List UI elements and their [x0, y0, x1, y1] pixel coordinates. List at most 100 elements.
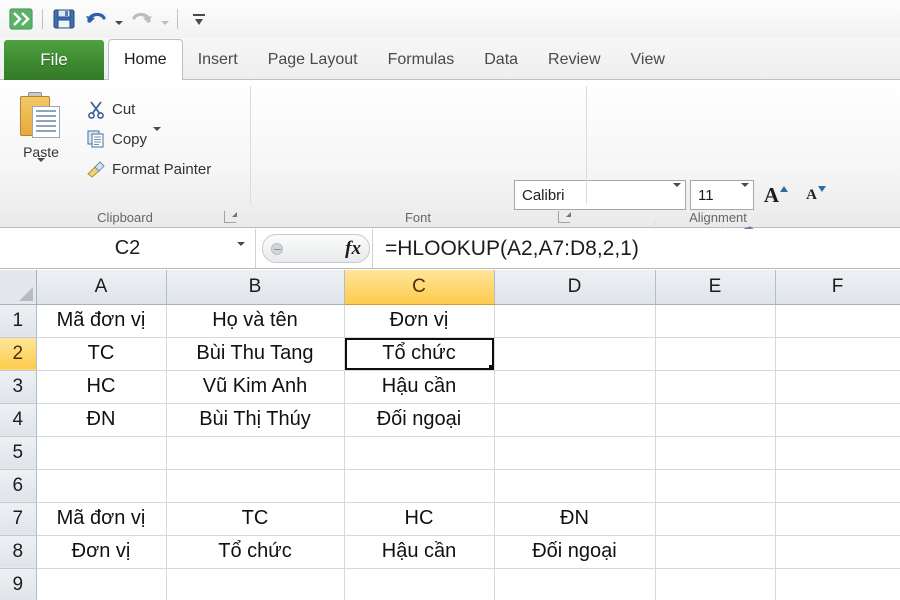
- cell-d4[interactable]: [494, 403, 656, 437]
- cell-c3[interactable]: Hậu cần: [344, 370, 495, 404]
- paste-button[interactable]: Paste: [6, 88, 76, 198]
- cancel-formula-icon: [271, 242, 283, 255]
- cell-b3[interactable]: Vũ Kim Anh: [166, 370, 345, 404]
- cell-c5[interactable]: [344, 436, 495, 470]
- row-header-4[interactable]: 4: [0, 403, 37, 437]
- cell-a8[interactable]: Đơn vị: [36, 535, 167, 569]
- name-box[interactable]: C2: [0, 229, 256, 268]
- cell-f3[interactable]: [775, 370, 900, 404]
- font-dialog-launcher[interactable]: [558, 211, 571, 223]
- cell-d2[interactable]: [494, 337, 656, 371]
- cell-d7[interactable]: ĐN: [494, 502, 656, 536]
- cell-d1[interactable]: [494, 304, 656, 338]
- paste-dropdown-icon[interactable]: [37, 158, 45, 180]
- cell-e6[interactable]: [655, 469, 776, 503]
- cell-e1[interactable]: [655, 304, 776, 338]
- undo-icon[interactable]: [81, 4, 111, 34]
- row-header-2[interactable]: 2: [0, 337, 37, 371]
- column-header-e[interactable]: E: [655, 270, 776, 305]
- fill-handle[interactable]: [488, 364, 493, 369]
- cell-a9[interactable]: [36, 568, 167, 600]
- cell-d9[interactable]: [494, 568, 656, 600]
- formula-input[interactable]: =HLOOKUP(A2,A7:D8,2,1): [372, 229, 900, 268]
- save-icon[interactable]: [49, 4, 79, 34]
- column-header-f[interactable]: F: [775, 270, 900, 305]
- tab-review[interactable]: Review: [533, 40, 615, 80]
- excel-window: File Home Insert Page Layout Formulas Da…: [0, 0, 900, 600]
- cell-d5[interactable]: [494, 436, 656, 470]
- cell-f6[interactable]: [775, 469, 900, 503]
- cell-e9[interactable]: [655, 568, 776, 600]
- cell-c7[interactable]: HC: [344, 502, 495, 536]
- tab-home[interactable]: Home: [108, 39, 183, 80]
- tab-formulas[interactable]: Formulas: [373, 40, 470, 80]
- cell-a6[interactable]: [36, 469, 167, 503]
- cell-b6[interactable]: [166, 469, 345, 503]
- cell-a7[interactable]: Mã đơn vị: [36, 502, 167, 536]
- format-painter-button[interactable]: Format Painter: [86, 156, 211, 182]
- cell-b9[interactable]: [166, 568, 345, 600]
- row-header-8[interactable]: 8: [0, 535, 37, 569]
- tab-view[interactable]: View: [616, 40, 680, 80]
- cell-f9[interactable]: [775, 568, 900, 600]
- row-header-3[interactable]: 3: [0, 370, 37, 404]
- tab-insert[interactable]: Insert: [183, 40, 253, 80]
- column-header-d[interactable]: D: [494, 270, 656, 305]
- undo-dropdown-icon[interactable]: [113, 5, 125, 33]
- cell-b7[interactable]: TC: [166, 502, 345, 536]
- cell-f1[interactable]: [775, 304, 900, 338]
- cell-e8[interactable]: [655, 535, 776, 569]
- column-header-a[interactable]: A: [36, 270, 167, 305]
- cell-b5[interactable]: [166, 436, 345, 470]
- cell-c8[interactable]: Hậu cần: [344, 535, 495, 569]
- column-header-c[interactable]: C: [344, 270, 495, 305]
- copy-dropdown-icon[interactable]: [153, 126, 162, 148]
- tab-page-layout[interactable]: Page Layout: [253, 40, 373, 80]
- cell-b8[interactable]: Tổ chức: [166, 535, 345, 569]
- redo-icon: [127, 4, 157, 34]
- row-header-5[interactable]: 5: [0, 436, 37, 470]
- cell-f5[interactable]: [775, 436, 900, 470]
- cut-button[interactable]: Cut: [86, 96, 135, 122]
- cell-b4[interactable]: Bùi Thị Thúy: [166, 403, 345, 437]
- tab-data[interactable]: Data: [469, 40, 533, 80]
- copy-button[interactable]: Copy: [86, 126, 162, 152]
- cell-e7[interactable]: [655, 502, 776, 536]
- cell-a2[interactable]: TC: [36, 337, 167, 371]
- cell-f7[interactable]: [775, 502, 900, 536]
- cell-b1[interactable]: Họ và tên: [166, 304, 345, 338]
- name-box-dropdown-icon[interactable]: [237, 241, 245, 269]
- cell-e2[interactable]: [655, 337, 776, 371]
- row-header-1[interactable]: 1: [0, 304, 37, 338]
- column-header-b[interactable]: B: [166, 270, 345, 305]
- cell-c6[interactable]: [344, 469, 495, 503]
- row-header-9[interactable]: 9: [0, 568, 37, 600]
- cell-f2[interactable]: [775, 337, 900, 371]
- cell-d8[interactable]: Đối ngoại: [494, 535, 656, 569]
- cell-a5[interactable]: [36, 436, 167, 470]
- cell-a3[interactable]: HC: [36, 370, 167, 404]
- cell-e3[interactable]: [655, 370, 776, 404]
- cell-c4[interactable]: Đối ngoại: [344, 403, 495, 437]
- cell-f4[interactable]: [775, 403, 900, 437]
- cell-a1[interactable]: Mã đơn vị: [36, 304, 167, 338]
- clipboard-dialog-launcher[interactable]: [224, 211, 237, 223]
- cell-b2[interactable]: Bùi Thu Tang: [166, 337, 345, 371]
- customize-qat-icon[interactable]: [184, 4, 214, 34]
- excel-logo-icon[interactable]: [6, 4, 36, 34]
- cell-f8[interactable]: [775, 535, 900, 569]
- cell-c1[interactable]: Đơn vị: [344, 304, 495, 338]
- row-header-6[interactable]: 6: [0, 469, 37, 503]
- cell-d6[interactable]: [494, 469, 656, 503]
- cell-d3[interactable]: [494, 370, 656, 404]
- cell-c2[interactable]: Tổ chức: [344, 337, 495, 371]
- ribbon-group-font: Calibri 11 A A B I U: [252, 80, 829, 260]
- tab-file[interactable]: File: [4, 40, 104, 80]
- cell-c9[interactable]: [344, 568, 495, 600]
- cell-e4[interactable]: [655, 403, 776, 437]
- cell-e5[interactable]: [655, 436, 776, 470]
- select-all-corner[interactable]: [0, 270, 37, 305]
- cell-a4[interactable]: ĐN: [36, 403, 167, 437]
- insert-function-icon[interactable]: fx: [345, 238, 361, 260]
- row-header-7[interactable]: 7: [0, 502, 37, 536]
